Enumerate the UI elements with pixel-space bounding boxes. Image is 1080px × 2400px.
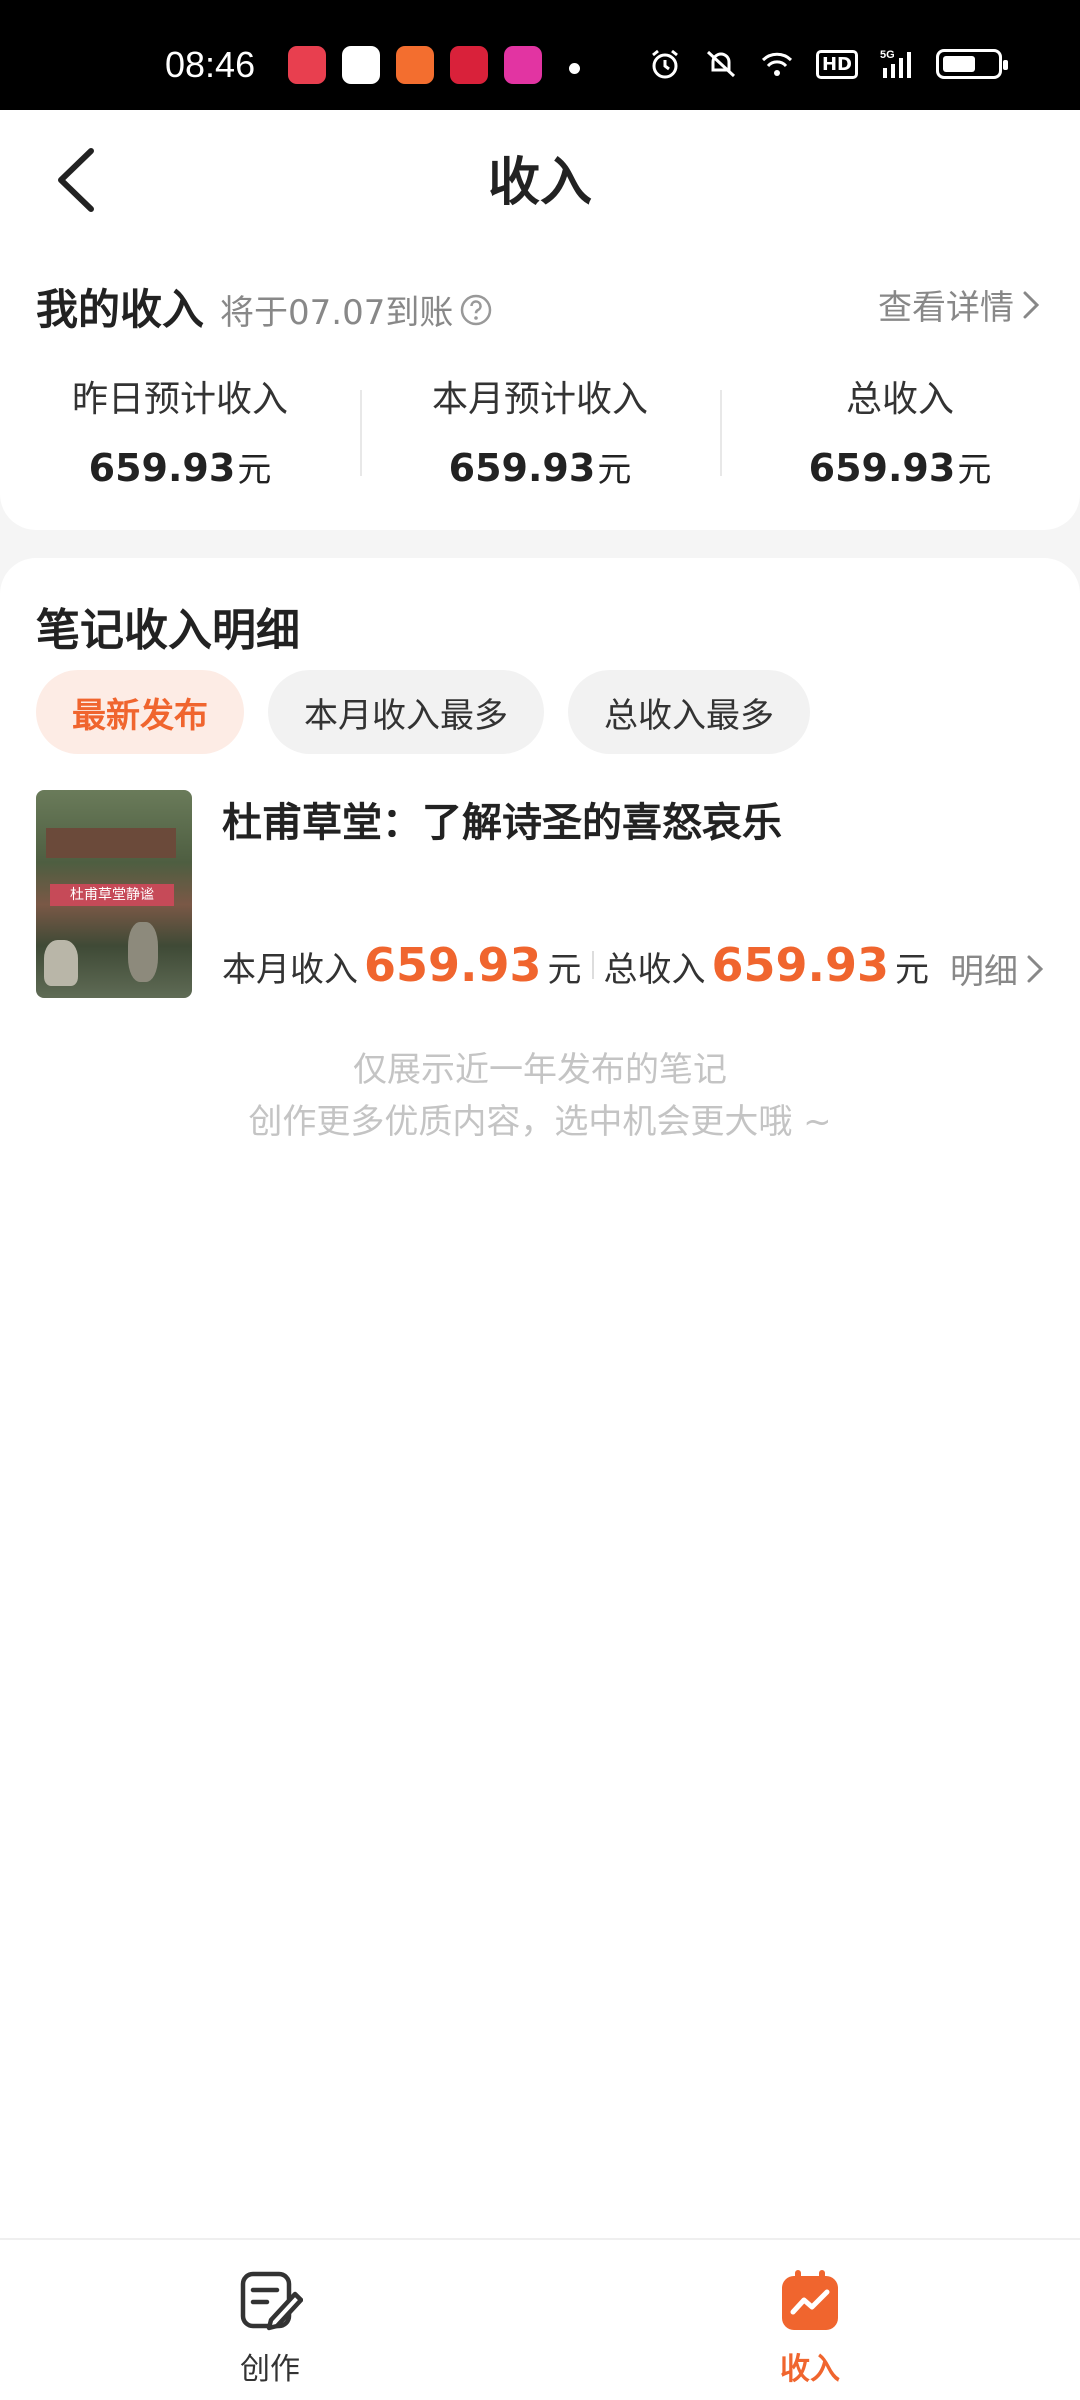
status-app-icons: [288, 46, 542, 84]
note-list-item[interactable]: 杜甫草堂静谧 杜甫草堂：了解诗圣的喜怒哀乐 本月收入 659.93 元 总收入 …: [36, 790, 1044, 1000]
app-notification-icon: [288, 46, 326, 84]
chevron-right-icon: [1023, 291, 1040, 318]
status-time: 08:46: [165, 44, 256, 85]
nav-income[interactable]: 收入: [740, 2268, 880, 2388]
app-notification-icon: [342, 46, 380, 84]
filter-total-top[interactable]: 总收入最多: [568, 670, 810, 754]
view-details-label: 查看详情: [878, 288, 1014, 328]
income-chart-icon: [782, 2270, 838, 2330]
status-bar: 08:46 HD 5G: [0, 0, 1080, 110]
arrival-date-text: 将于07.07到账: [220, 285, 493, 334]
svg-text:5G: 5G: [880, 49, 895, 61]
filter-tabs: 最新发布 本月收入最多 总收入最多: [36, 670, 810, 754]
detail-section-title: 笔记收入明细: [36, 605, 300, 656]
earnings-stats: 昨日预计收入 659.93元 本月预计收入 659.93元 总收入 659.93…: [0, 370, 1080, 491]
note-detail-link[interactable]: 明细: [950, 944, 1044, 993]
note-title[interactable]: 杜甫草堂：了解诗圣的喜怒哀乐: [222, 790, 782, 848]
alarm-icon: [652, 49, 678, 79]
wifi-icon: [761, 52, 793, 76]
battery-icon: [936, 49, 1008, 79]
footnote-line-1: 仅展示近一年发布的笔记: [353, 1050, 727, 1090]
edit-note-icon: [240, 2271, 304, 2331]
note-total-value: 659.93: [711, 938, 890, 992]
stat-value: 659.93: [808, 446, 956, 490]
stat-total: 总收入 659.93元: [720, 370, 1080, 491]
thumbnail-roof: [46, 828, 176, 858]
thumbnail-banner-text: 杜甫草堂静谧: [50, 884, 174, 906]
stat-unit: 元: [237, 450, 272, 490]
thumbnail-statue: [128, 922, 158, 982]
note-month-label: 本月收入: [222, 950, 358, 990]
stat-value-row: 659.93元: [0, 442, 360, 491]
filter-month-top[interactable]: 本月收入最多: [268, 670, 544, 754]
app-notification-icon: [504, 46, 542, 84]
thumbnail-stone: [44, 940, 78, 986]
nav-create-label: 创作: [240, 2352, 300, 2387]
status-indicators: HD 5G: [648, 48, 1008, 80]
page-header: 收入: [0, 110, 1080, 250]
stat-label: 总收入: [845, 379, 954, 420]
nav-income-label: 收入: [780, 2352, 840, 2387]
stat-yesterday: 昨日预计收入 659.93元: [0, 370, 360, 491]
earnings-title: 我的收入: [36, 285, 205, 334]
filter-latest[interactable]: 最新发布: [36, 670, 244, 754]
note-thumbnail[interactable]: 杜甫草堂静谧: [36, 790, 192, 998]
note-detail-label: 明细: [950, 952, 1018, 992]
stat-label: 本月预计收入: [431, 379, 648, 420]
stat-value-row: 659.93元: [720, 442, 1080, 491]
nav-create[interactable]: 创作: [200, 2268, 340, 2388]
signal-icon: 5G: [880, 49, 911, 78]
notification-dot: [569, 63, 580, 74]
note-total-unit: 元: [895, 950, 930, 990]
chevron-right-icon: [1027, 955, 1044, 982]
earnings-header: 我的收入 将于07.07到账: [36, 276, 493, 337]
help-icon[interactable]: [459, 293, 493, 327]
stat-unit: 元: [597, 450, 632, 490]
note-income-stats: 本月收入 659.93 元 总收入 659.93 元: [222, 938, 929, 992]
note-month-value: 659.93: [364, 938, 542, 992]
stat-this-month: 本月预计收入 659.93元: [360, 370, 720, 491]
stat-label: 昨日预计收入: [71, 379, 288, 420]
page-title: 收入: [487, 153, 592, 213]
note-month-unit: 元: [547, 950, 582, 990]
hd-badge: HD: [815, 49, 858, 79]
app-notification-icon: [450, 46, 488, 84]
mute-icon: [706, 50, 736, 78]
stat-value: 659.93: [448, 446, 596, 490]
earnings-summary-card: 我的收入 将于07.07到账 查看详情 昨日预计收入 659.93元 本月预计收…: [0, 250, 1080, 530]
stat-value-row: 659.93元: [360, 442, 720, 491]
stat-value: 659.93: [88, 446, 236, 490]
stat-unit: 元: [957, 450, 992, 490]
note-income-detail-card: 笔记收入明细 最新发布 本月收入最多 总收入最多 杜甫草堂静谧 杜甫草堂：了解诗…: [0, 558, 1080, 2238]
arrival-date-label: 将于07.07到账: [220, 293, 454, 333]
stat-divider: [591, 951, 594, 979]
footnote-line-2: 创作更多优质内容，选中机会更大哦 ~: [248, 1102, 832, 1142]
app-notification-icon: [396, 46, 434, 84]
note-total-label: 总收入: [603, 950, 706, 990]
view-details-link[interactable]: 查看详情: [878, 280, 1040, 329]
bottom-navigation: 创作 收入: [0, 2238, 1080, 2400]
